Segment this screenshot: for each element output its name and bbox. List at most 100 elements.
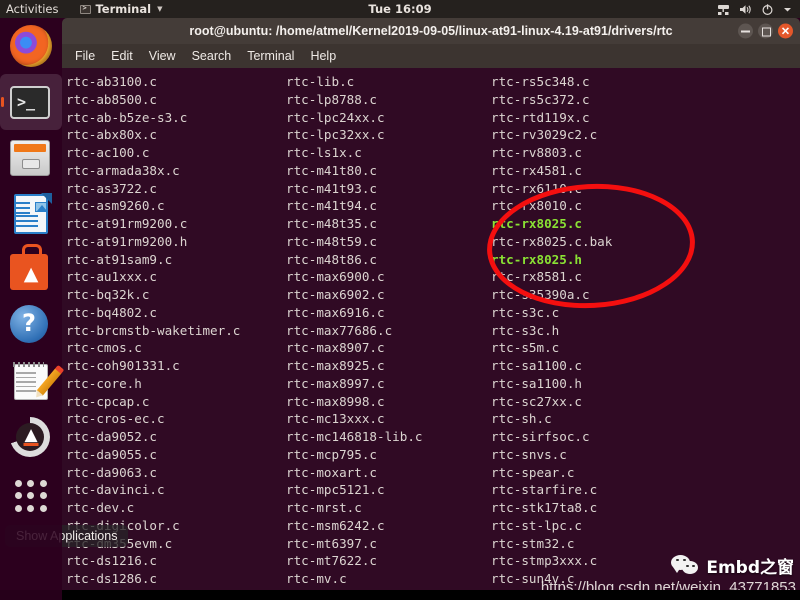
dock-item-text-editor[interactable] bbox=[0, 354, 62, 410]
ls-entry: rtc-s3c.c bbox=[491, 304, 560, 320]
ls-entry: rtc-cmos.c bbox=[66, 340, 142, 356]
ls-entry: rtc-s35390a.c bbox=[491, 287, 590, 302]
ls-entry: rtc-msm6242.c bbox=[286, 517, 385, 533]
ls-entry: rtc-ac100.c bbox=[66, 145, 150, 160]
ls-entry: rtc-ls1x.c bbox=[286, 145, 362, 160]
dock-item-terminal[interactable]: >_ bbox=[0, 74, 62, 130]
terminal-output-area[interactable]: rtc-ab3100.c rtc-ab8500.c rtc-ab-b5ze-s3.c… bbox=[62, 68, 800, 600]
ls-entry: rtc-bq32k.c bbox=[66, 287, 150, 302]
menu-view[interactable]: View bbox=[149, 49, 176, 63]
ls-entry: rtc-m41t80.c bbox=[286, 162, 377, 178]
files-icon bbox=[10, 137, 52, 179]
ubuntu-software-icon: ▲ bbox=[10, 249, 52, 291]
dock-item-writer[interactable] bbox=[0, 186, 62, 242]
wechat-icon bbox=[671, 554, 701, 577]
ls-entry: rtc-max8998.c bbox=[286, 393, 385, 409]
network-icon[interactable] bbox=[717, 3, 730, 16]
ls-entry: rtc-mt7622.c bbox=[286, 553, 377, 569]
terminal-titlebar[interactable]: root@ubuntu: /home/atmel/Kernel2019-09-0… bbox=[62, 18, 800, 44]
ls-entry: rtc-sc27xx.c bbox=[491, 393, 582, 409]
window-title: root@ubuntu: /home/atmel/Kernel2019-09-0… bbox=[189, 24, 673, 38]
ls-entry: rtc-rx8025.c bbox=[491, 216, 582, 231]
dock-item-software[interactable]: ▲ bbox=[0, 242, 62, 298]
ls-entry: rtc-at91rm9200.h bbox=[66, 233, 188, 249]
ls-entry: rtc-ab3100.c bbox=[66, 74, 157, 89]
ls-entry: rtc-snvs.c bbox=[491, 446, 567, 462]
ls-column-1: rtc-ab3100.c rtc-ab8500.c rtc-ab-b5ze-s3.c… bbox=[64, 73, 284, 588]
ls-entry: rtc-cpcap.c bbox=[66, 393, 150, 409]
ls-column-3: rtc-rs5c348.c rtc-rs5c372.c rtc-rtd119x.c r… bbox=[489, 73, 694, 588]
ls-entry: rtc-spear.c bbox=[491, 464, 575, 480]
ls-entry: rtc-cros-ec.c bbox=[66, 411, 165, 427]
dock-item-software-updater[interactable]: ▲ bbox=[0, 410, 62, 466]
ls-entry: rtc-rs5c372.c bbox=[491, 91, 590, 107]
ls-entry: rtc-armada38x.c bbox=[66, 162, 180, 178]
ls-entry: rtc-max77686.c bbox=[286, 322, 393, 338]
terminal-icon bbox=[80, 4, 92, 14]
ls-entry: rtc-mc146818-lib.c bbox=[286, 429, 423, 444]
dock-item-files[interactable] bbox=[0, 130, 62, 186]
ls-entry: rtc-max8907.c bbox=[286, 340, 385, 356]
ls-entry: rtc-ab8500.c bbox=[66, 91, 157, 107]
ls-entry: rtc-at91sam9.c bbox=[66, 251, 173, 267]
ls-entry: rtc-mcp795.c bbox=[286, 446, 377, 462]
ls-entry: rtc-s3c.h bbox=[491, 322, 560, 338]
menu-search[interactable]: Search bbox=[192, 49, 232, 63]
ls-entry: rtc-lpc32xx.c bbox=[286, 127, 385, 143]
menu-terminal[interactable]: Terminal bbox=[247, 49, 294, 63]
ls-entry: rtc-max6900.c bbox=[286, 269, 385, 285]
chevron-down-icon[interactable] bbox=[783, 3, 792, 16]
ls-entry: rtc-au1xxx.c bbox=[66, 269, 157, 285]
dock-item-help[interactable]: ? bbox=[0, 298, 62, 354]
menu-file[interactable]: File bbox=[75, 49, 95, 63]
ls-entry: rtc-stk17ta8.c bbox=[491, 500, 598, 515]
ubuntu-dock: >_ ▲ ? ▲ bbox=[0, 18, 62, 600]
close-button[interactable] bbox=[778, 21, 793, 41]
ls-entry: rtc-mv.c bbox=[286, 571, 347, 586]
ls-entry: rtc-mrst.c bbox=[286, 500, 362, 515]
ls-entry: rtc-max8925.c bbox=[286, 358, 385, 373]
volume-icon[interactable] bbox=[739, 3, 752, 16]
status-area[interactable] bbox=[717, 3, 792, 16]
minimize-button[interactable] bbox=[738, 23, 753, 39]
ls-entry: rtc-starfire.c bbox=[491, 482, 598, 498]
ls-entry: rtc-m48t86.c bbox=[286, 251, 377, 267]
ls-entry: rtc-asm9260.c bbox=[66, 198, 165, 214]
ls-entry: rtc-ab-b5ze-s3.c bbox=[66, 109, 188, 125]
ls-entry: rtc-da9063.c bbox=[66, 464, 157, 480]
bottom-black-strip bbox=[0, 590, 800, 600]
power-icon[interactable] bbox=[761, 3, 774, 16]
ls-entry: rtc-da9055.c bbox=[66, 446, 157, 462]
text-editor-icon bbox=[10, 361, 62, 403]
ls-entry: rtc-mt6397.c bbox=[286, 535, 377, 551]
terminal-window: root@ubuntu: /home/atmel/Kernel2019-09-0… bbox=[62, 18, 800, 600]
ls-entry: rtc-max8997.c bbox=[286, 375, 385, 391]
ls-entry: rtc-davinci.c bbox=[66, 482, 165, 498]
ls-entry: rtc-mpc5121.c bbox=[286, 482, 385, 498]
ls-entry: rtc-rtd119x.c bbox=[491, 109, 590, 125]
terminal-menubar: File Edit View Search Terminal Help bbox=[62, 44, 800, 68]
ls-entry: rtc-m48t59.c bbox=[286, 233, 377, 249]
ls-entry: rtc-lib.c bbox=[286, 74, 355, 89]
menu-edit[interactable]: Edit bbox=[111, 49, 133, 63]
ls-entry: rtc-rx8581.c bbox=[491, 269, 582, 285]
ls-entry: rtc-lpc24xx.c bbox=[286, 109, 385, 125]
ls-entry: rtc-bq4802.c bbox=[66, 304, 157, 320]
ls-entry: rtc-stm32.c bbox=[491, 535, 575, 551]
watermark: Embd之窗 bbox=[671, 553, 794, 578]
dock-item-show-applications[interactable] bbox=[0, 466, 62, 526]
help-icon: ? bbox=[10, 305, 52, 347]
maximize-button[interactable] bbox=[758, 23, 773, 39]
watermark-text: Embd之窗 bbox=[706, 558, 794, 578]
ls-entry: rtc-rv8803.c bbox=[491, 145, 582, 160]
ls-entry: rtc-max6916.c bbox=[286, 304, 385, 320]
dock-item-firefox[interactable] bbox=[0, 18, 62, 74]
menu-help[interactable]: Help bbox=[310, 49, 336, 63]
app-menu-terminal[interactable]: Terminal ▼ bbox=[80, 2, 162, 16]
ls-entry: rtc-da9052.c bbox=[66, 429, 157, 444]
ls-entry: rtc-m41t93.c bbox=[286, 180, 377, 196]
software-updater-icon: ▲ bbox=[10, 417, 52, 459]
activities-button[interactable]: Activities bbox=[6, 2, 58, 16]
ls-entry: rtc-m48t35.c bbox=[286, 216, 377, 231]
ls-entry: rtc-moxart.c bbox=[286, 464, 377, 480]
